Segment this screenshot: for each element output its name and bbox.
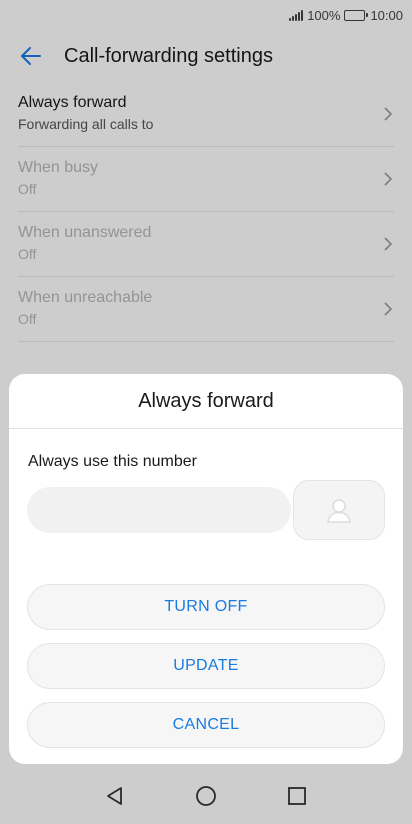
number-input-row xyxy=(27,480,385,540)
cancel-button[interactable]: CANCEL xyxy=(27,702,385,748)
turn-off-button[interactable]: TURN OFF xyxy=(27,584,385,630)
update-button[interactable]: UPDATE xyxy=(27,643,385,689)
dialog-actions: TURN OFF UPDATE CANCEL xyxy=(27,584,385,748)
dialog-title: Always forward xyxy=(9,374,403,429)
number-field-label: Always use this number xyxy=(28,453,197,470)
always-forward-dialog: Always forward Always use this number TU… xyxy=(9,374,403,764)
contact-person-icon xyxy=(327,499,351,523)
forward-number-input[interactable] xyxy=(27,487,291,533)
pick-contact-button[interactable] xyxy=(293,480,385,540)
